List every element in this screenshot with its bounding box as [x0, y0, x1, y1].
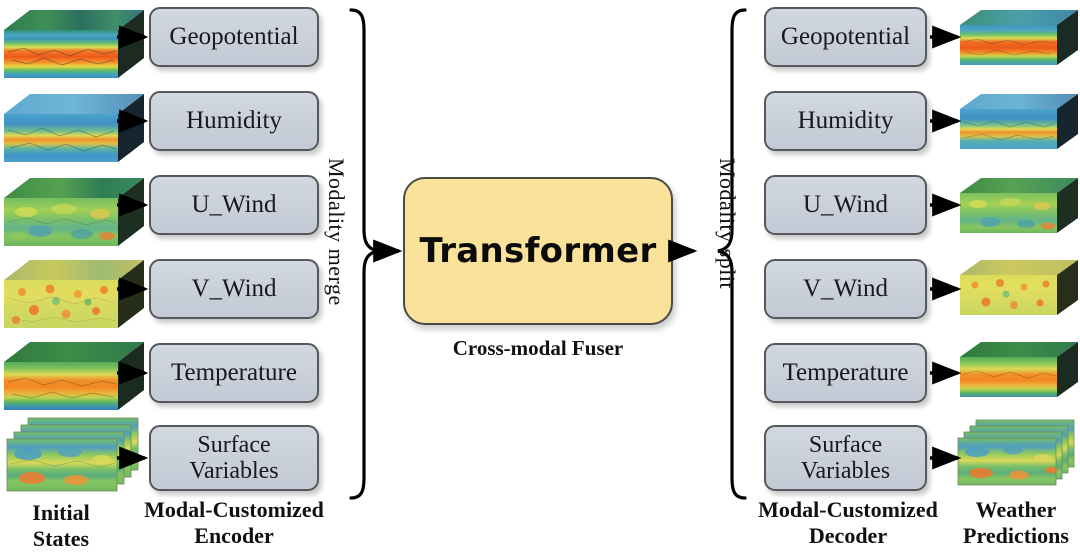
modality-merge-label-text: Modality merge — [324, 158, 349, 306]
decoder-caption: Modal-Customized Decoder — [748, 497, 948, 549]
encoder-box-label: Temperature — [171, 358, 297, 386]
diagram-canvas: Geopotential Humidity U_Wind V_Wind Temp… — [0, 0, 1080, 551]
decoder-box-label: Temperature — [782, 358, 909, 386]
output-volume-v-wind — [960, 258, 1078, 320]
decoder-box-label: V_Wind — [802, 274, 889, 302]
input-volume-temperature — [4, 340, 144, 412]
encoder-caption-line2: Encoder — [194, 522, 274, 548]
output-volume-humidity — [960, 92, 1078, 154]
input-volume-v-wind — [4, 258, 144, 330]
encoder-caption-line1: Modal-Customized — [144, 497, 324, 522]
encoder-box-label: V_Wind — [191, 274, 277, 302]
encoder-caption: Modal-Customized Encoder — [134, 497, 334, 549]
initial-states-caption: Initial States — [4, 500, 118, 552]
modality-merge-brace — [349, 8, 379, 500]
transformer-block[interactable]: Transformer — [403, 177, 673, 325]
encoder-box-label: Geopotential — [169, 22, 299, 50]
encoder-box-v-wind[interactable]: V_Wind — [149, 259, 319, 319]
input-volume-geopotential — [4, 8, 144, 80]
encoder-box-label-line2: Variables — [189, 458, 279, 484]
encoder-box-label: Humidity — [186, 106, 282, 134]
decoder-box-u-wind[interactable]: U_Wind — [764, 175, 927, 235]
modality-merge-label: Modality merge — [323, 158, 349, 306]
decoder-box-label: Geopotential — [780, 22, 911, 50]
initial-states-caption-line1: Initial — [32, 500, 90, 525]
decoder-box-label-line2: Variables — [800, 458, 891, 484]
encoder-box-temperature[interactable]: Temperature — [149, 343, 319, 403]
encoder-box-u-wind[interactable]: U_Wind — [149, 175, 319, 235]
weather-predictions-caption-line1: Weather — [975, 497, 1057, 522]
encoder-box-humidity[interactable]: Humidity — [149, 91, 319, 151]
input-volume-u-wind — [4, 176, 144, 248]
initial-states-caption-line2: States — [32, 525, 90, 551]
encoder-box-surface-variables[interactable]: Surface Variables — [149, 425, 319, 491]
decoder-output-arrows — [930, 25, 962, 470]
decoder-box-temperature[interactable]: Temperature — [764, 343, 927, 403]
decoder-box-geopotential[interactable]: Geopotential — [764, 7, 927, 67]
output-volume-temperature — [960, 340, 1078, 402]
modality-split-label: Modality split — [714, 158, 740, 289]
cross-modal-fuser-caption: Cross-modal Fuser — [403, 336, 673, 361]
decoder-box-surface-variables[interactable]: Surface Variables — [764, 425, 927, 491]
decoder-box-v-wind[interactable]: V_Wind — [764, 259, 927, 319]
decoder-caption-line2: Decoder — [808, 522, 888, 548]
decoder-box-humidity[interactable]: Humidity — [764, 91, 927, 151]
encoder-box-geopotential[interactable]: Geopotential — [149, 7, 319, 67]
decoder-caption-line1: Modal-Customized — [758, 497, 938, 522]
input-stack-surface-variables — [4, 416, 144, 503]
cross-modal-fuser-caption-text: Cross-modal Fuser — [452, 336, 624, 360]
encoder-box-label-line1: Surface — [197, 431, 271, 458]
weather-predictions-caption: Weather Predictions — [952, 497, 1080, 549]
weather-predictions-caption-line2: Predictions — [963, 522, 1069, 548]
output-volume-u-wind — [960, 176, 1078, 238]
decoder-box-label: Humidity — [797, 106, 894, 134]
transformer-label: Transformer — [419, 231, 657, 271]
decoder-box-label: U_Wind — [802, 190, 889, 218]
output-stack-surface-variables — [955, 418, 1080, 501]
decoder-box-label-line1: Surface — [808, 431, 883, 458]
modality-split-label-text: Modality split — [715, 158, 740, 290]
input-volume-humidity — [4, 92, 144, 164]
encoder-box-label: U_Wind — [191, 190, 277, 218]
output-volume-geopotential — [960, 8, 1078, 70]
